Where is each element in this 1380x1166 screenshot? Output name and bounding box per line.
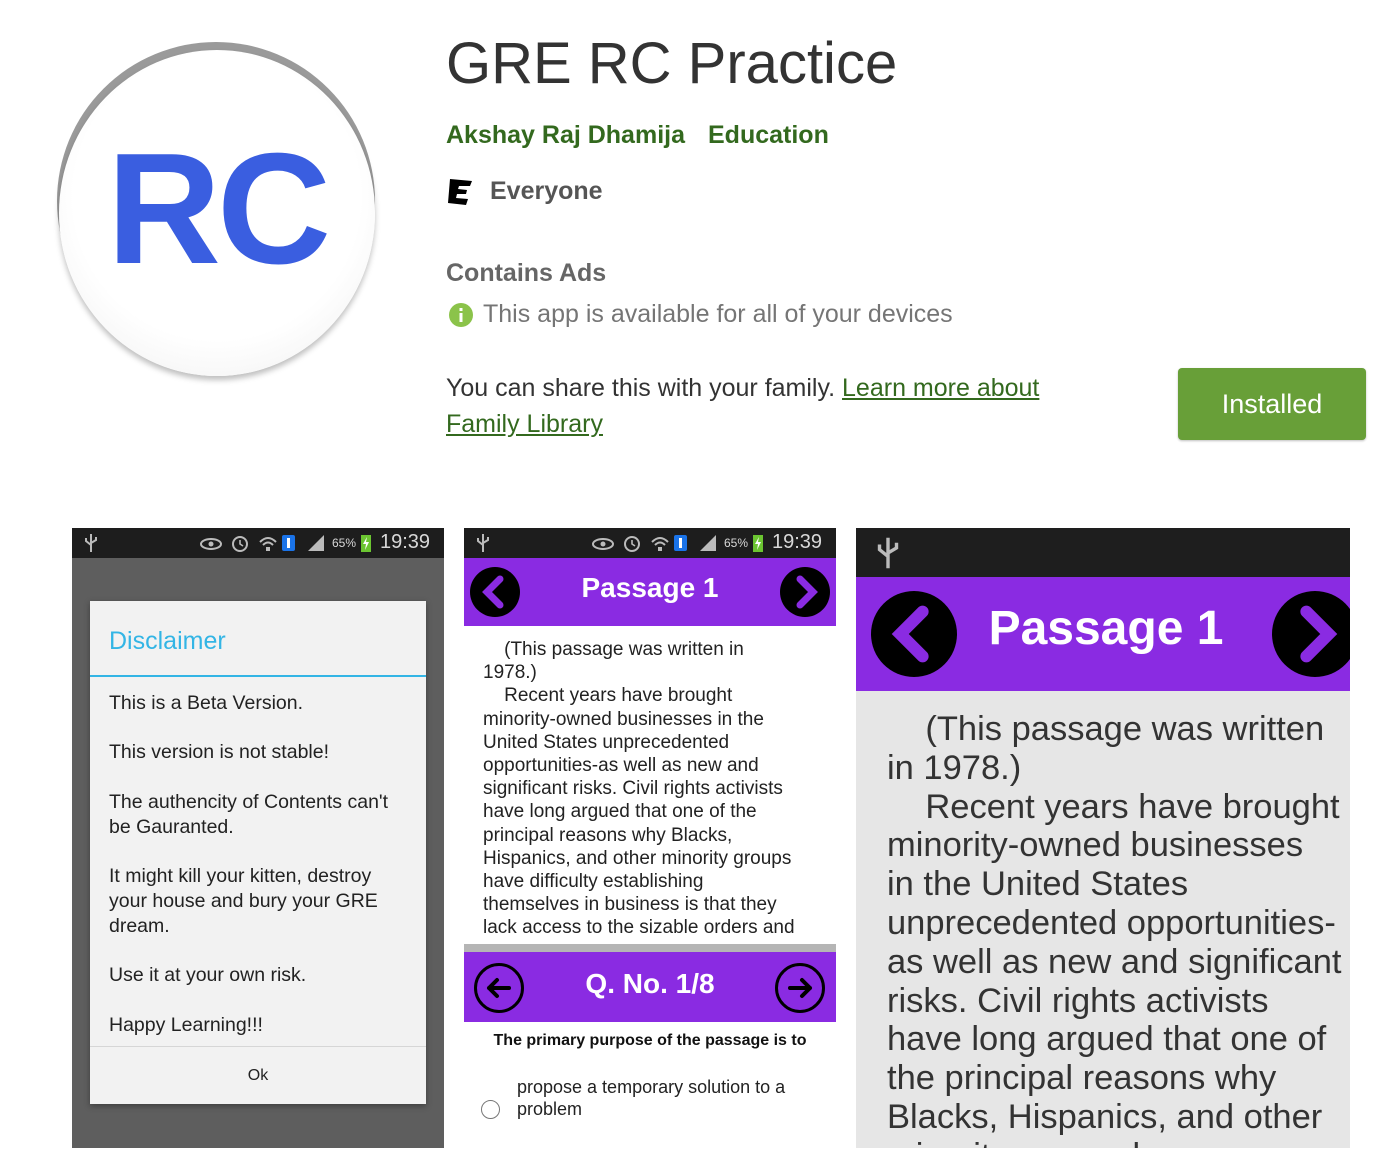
status-icons xyxy=(592,535,716,552)
screenshot-passage-zoomed[interactable]: Passage 1 (This passage was written in 1… xyxy=(856,528,1350,1148)
next-question-button[interactable] xyxy=(775,963,825,1013)
screenshot-passage-question[interactable]: 65% 19:39 Passage 1 (This passage was wr… xyxy=(464,528,836,1148)
battery-icon xyxy=(361,535,371,552)
previous-passage-button[interactable] xyxy=(470,567,520,617)
disclaimer-line: It might kill your kitten, destroy your … xyxy=(109,865,378,937)
info-icon xyxy=(449,303,473,327)
passage-header: Passage 1 xyxy=(856,577,1350,691)
disclaimer-dialog: Disclaimer This is a Beta Version. This … xyxy=(90,601,426,1104)
scroll-divider xyxy=(464,944,836,952)
next-passage-button[interactable] xyxy=(1272,591,1350,677)
category-link[interactable]: Education xyxy=(708,121,829,150)
arrow-left-icon xyxy=(487,978,511,998)
passage-title: Passage 1 xyxy=(988,602,1224,655)
option-radio[interactable] xyxy=(481,1100,500,1119)
app-icon-text: RC xyxy=(106,121,331,297)
disclaimer-line: This version is not stable! xyxy=(109,741,330,763)
status-icons xyxy=(200,535,324,552)
content-rating-label: Everyone xyxy=(490,177,603,205)
question-text: The primary purpose of the passage is to xyxy=(493,1032,807,1049)
passage-text: (This passage was written in 1978.) Rece… xyxy=(887,710,1342,1148)
battery-icon xyxy=(753,535,763,552)
dialog-divider xyxy=(90,675,426,677)
screenshot-disclaimer[interactable]: 65% 19:39 Disclaimer This is a Beta Vers… xyxy=(72,528,444,1148)
disclaimer-line: The authencity of Contents can't be Gaur… xyxy=(109,791,389,838)
next-passage-button[interactable] xyxy=(780,567,830,617)
passage-header: Passage 1 xyxy=(464,558,836,626)
status-bar: 65% 19:39 xyxy=(72,528,444,558)
contains-ads-label: Contains Ads xyxy=(446,259,607,287)
app-icon: RC xyxy=(57,42,377,378)
esrb-e-icon xyxy=(447,178,473,206)
family-library-text: You can share this with your family. Lea… xyxy=(446,370,1086,442)
availability-text: This app is available for all of your de… xyxy=(483,300,953,328)
previous-question-button[interactable] xyxy=(474,963,524,1013)
passage-title: Passage 1 xyxy=(581,572,719,603)
app-title: GRE RC Practice xyxy=(446,31,898,96)
usb-icon xyxy=(877,537,899,569)
disclaimer-line: Happy Learning!!! xyxy=(109,1014,263,1036)
battery-percent: 65% xyxy=(724,536,749,550)
chevron-right-icon xyxy=(1300,605,1338,663)
question-number: Q. No. 1/8 xyxy=(585,968,715,999)
dialog-title: Disclaimer xyxy=(109,627,226,655)
usb-icon xyxy=(477,534,489,552)
developer-link[interactable]: Akshay Raj Dhamija xyxy=(446,121,685,150)
passage-text: (This passage was written in 1978.) Rece… xyxy=(483,639,795,938)
arrow-right-icon xyxy=(788,978,812,998)
usb-icon xyxy=(85,534,97,552)
disclaimer-line: This is a Beta Version. xyxy=(109,692,304,714)
battery-percent: 65% xyxy=(332,536,357,550)
ok-button[interactable]: Ok xyxy=(90,1047,426,1104)
disclaimer-line: Use it at your own risk. xyxy=(109,964,307,986)
chevron-left-icon xyxy=(482,575,504,609)
status-time: 19:39 xyxy=(772,531,823,553)
previous-passage-button[interactable] xyxy=(871,591,957,677)
option-text[interactable]: propose a temporary solution to a proble… xyxy=(517,1076,817,1120)
installed-button[interactable]: Installed xyxy=(1178,368,1366,440)
family-share-text: You can share this with your family. xyxy=(446,374,836,402)
status-bar: 65% 19:39 xyxy=(464,528,836,558)
chevron-right-icon xyxy=(796,575,818,609)
status-time: 19:39 xyxy=(380,531,431,553)
status-bar xyxy=(856,528,1350,577)
question-header: Q. No. 1/8 xyxy=(464,952,836,1022)
chevron-left-icon xyxy=(891,605,929,663)
